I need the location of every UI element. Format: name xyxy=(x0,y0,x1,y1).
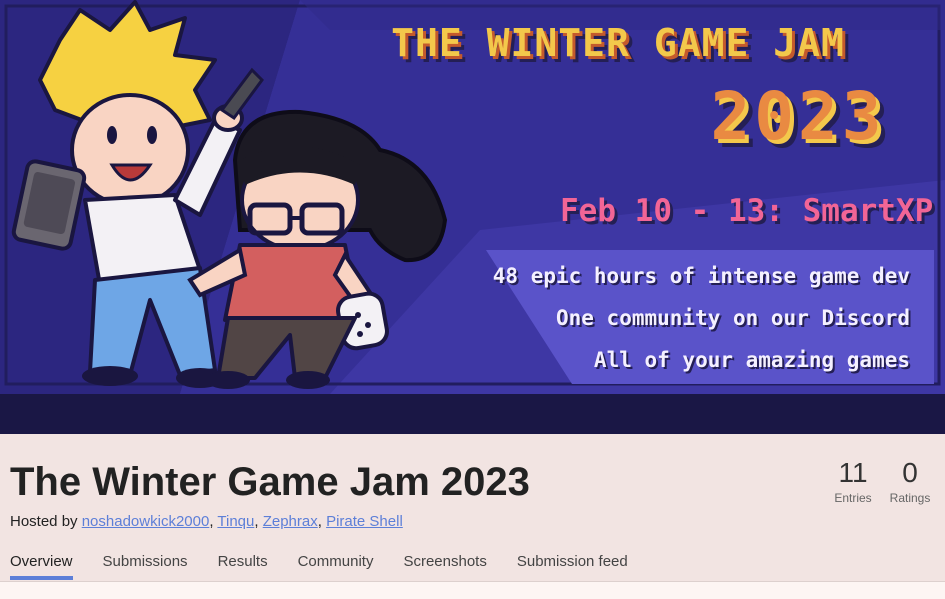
banner-taglines: 48 epic hours of intense game dev One co… xyxy=(486,250,945,384)
tab-submission-feed[interactable]: Submission feed xyxy=(517,550,628,582)
host-link[interactable]: Tinqu xyxy=(217,513,254,530)
banner-bottom-strip xyxy=(0,394,945,434)
banner-date: Feb 10 - 13: SmartXP xyxy=(560,193,934,229)
tab-community[interactable]: Community xyxy=(298,550,374,582)
host-separator: , xyxy=(254,513,263,530)
jam-tabs: Overview Submissions Results Community S… xyxy=(10,550,658,582)
entries-label: Entries xyxy=(834,491,872,505)
tab-results[interactable]: Results xyxy=(218,550,268,582)
tab-submissions[interactable]: Submissions xyxy=(103,550,188,582)
tab-overview[interactable]: Overview xyxy=(10,550,73,582)
banner-year: 2023 xyxy=(710,78,886,155)
hosted-by-label: Hosted by xyxy=(10,513,78,530)
page-content xyxy=(0,582,945,599)
ratings-label: Ratings xyxy=(889,491,931,505)
jam-banner: THE WINTER GAME JAM 2023 Feb 10 - 13: Sm… xyxy=(0,0,945,434)
tab-screenshots[interactable]: Screenshots xyxy=(403,550,486,582)
page-title: The Winter Game Jam 2023 xyxy=(10,460,530,504)
ratings-stat: 0 Ratings xyxy=(882,456,938,506)
jam-header: The Winter Game Jam 2023 Hosted by nosha… xyxy=(0,434,945,582)
ratings-count: 0 xyxy=(902,457,918,488)
host-link[interactable]: Zephrax xyxy=(263,513,318,530)
banner-title: THE WINTER GAME JAM xyxy=(318,20,918,66)
entries-count: 11 xyxy=(838,457,868,488)
banner-tagline: One community on our Discord xyxy=(555,306,910,330)
hosted-by: Hosted by noshadowkick2000, Tinqu, Zephr… xyxy=(10,512,403,532)
host-separator: , xyxy=(317,513,327,530)
banner-tagline: 48 epic hours of intense game dev xyxy=(492,264,910,288)
banner-tagline: All of your amazing games xyxy=(593,348,910,372)
entries-stat: 11 Entries xyxy=(825,456,881,506)
banner-title-text: THE WINTER GAME JAM xyxy=(391,21,845,65)
host-link[interactable]: noshadowkick2000 xyxy=(82,513,210,530)
host-link[interactable]: Pirate Shell xyxy=(326,513,403,530)
